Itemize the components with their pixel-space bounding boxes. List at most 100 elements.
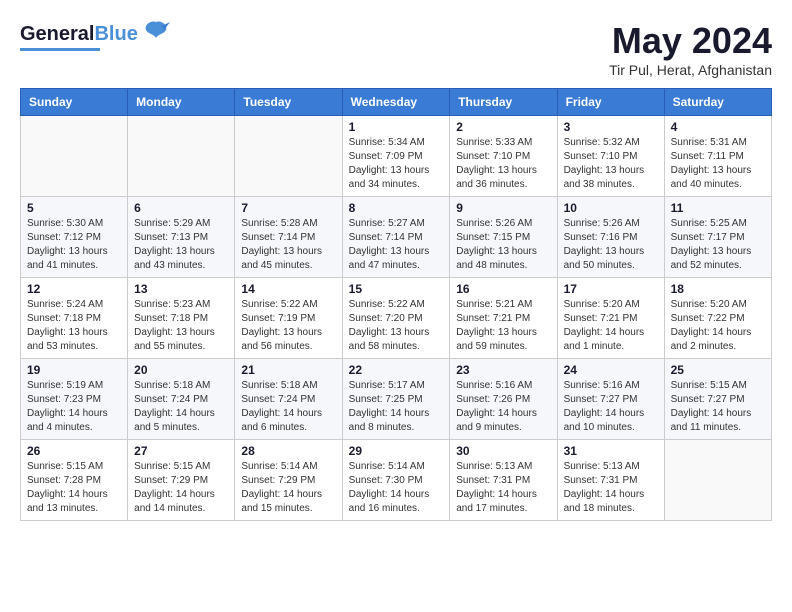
day-info: Sunrise: 5:26 AM Sunset: 7:15 PM Dayligh… (456, 217, 550, 273)
calendar-cell: 16Sunrise: 5:21 AM Sunset: 7:21 PM Dayli… (450, 278, 557, 359)
logo: GeneralBlue (20, 20, 170, 51)
calendar-cell: 10Sunrise: 5:26 AM Sunset: 7:16 PM Dayli… (557, 197, 664, 278)
day-number: 12 (27, 282, 121, 296)
calendar-body: 1Sunrise: 5:34 AM Sunset: 7:09 PM Daylig… (21, 116, 772, 521)
day-info: Sunrise: 5:27 AM Sunset: 7:14 PM Dayligh… (349, 217, 444, 273)
calendar-cell: 13Sunrise: 5:23 AM Sunset: 7:18 PM Dayli… (128, 278, 235, 359)
calendar-cell: 7 Sunrise: 5:28 AM Sunset: 7:14 PM Daylig… (235, 197, 342, 278)
day-info: Sunrise: 5:14 AM Sunset: 7:29 PM Dayligh… (241, 460, 335, 516)
day-number: 30 (456, 444, 550, 458)
calendar-cell: 18Sunrise: 5:20 AM Sunset: 7:22 PM Dayli… (664, 278, 771, 359)
day-info: Sunrise: 5:13 AM Sunset: 7:31 PM Dayligh… (456, 460, 550, 516)
day-number: 25 (671, 363, 765, 377)
day-info: Sunrise: 5:22 AM Sunset: 7:19 PM Dayligh… (241, 298, 335, 354)
day-number: 27 (134, 444, 228, 458)
weekday-header-sunday: Sunday (21, 89, 128, 116)
day-number: 1 (349, 120, 444, 134)
day-number: 20 (134, 363, 228, 377)
weekday-header-tuesday: Tuesday (235, 89, 342, 116)
location: Tir Pul, Herat, Afghanistan (609, 62, 772, 78)
day-info: Sunrise: 5:30 AM Sunset: 7:12 PM Dayligh… (27, 217, 121, 273)
day-info: Sunrise: 5:18 AM Sunset: 7:24 PM Dayligh… (134, 379, 228, 435)
day-info: Sunrise: 5:20 AM Sunset: 7:22 PM Dayligh… (671, 298, 765, 354)
logo-underline (20, 48, 100, 51)
day-info: Sunrise: 5:18 AM Sunset: 7:24 PM Dayligh… (241, 379, 335, 435)
calendar-cell: 17 Sunrise: 5:20 AM Sunset: 7:21 PM Dayli… (557, 278, 664, 359)
day-info: Sunrise: 5:16 AM Sunset: 7:26 PM Dayligh… (456, 379, 550, 435)
calendar-cell: 5Sunrise: 5:30 AM Sunset: 7:12 PM Daylig… (21, 197, 128, 278)
weekday-header-monday: Monday (128, 89, 235, 116)
calendar-cell: 23 Sunrise: 5:16 AM Sunset: 7:26 PM Dayli… (450, 359, 557, 440)
day-info: Sunrise: 5:13 AM Sunset: 7:31 PM Dayligh… (564, 460, 658, 516)
weekday-header-wednesday: Wednesday (342, 89, 450, 116)
weekday-header-saturday: Saturday (664, 89, 771, 116)
day-number: 3 (564, 120, 658, 134)
calendar-cell: 3 Sunrise: 5:32 AM Sunset: 7:10 PM Daylig… (557, 116, 664, 197)
day-info: Sunrise: 5:24 AM Sunset: 7:18 PM Dayligh… (27, 298, 121, 354)
calendar-cell: 12 Sunrise: 5:24 AM Sunset: 7:18 PM Dayli… (21, 278, 128, 359)
day-number: 19 (27, 363, 121, 377)
calendar-cell: 4Sunrise: 5:31 AM Sunset: 7:11 PM Daylig… (664, 116, 771, 197)
calendar-cell (235, 116, 342, 197)
day-number: 29 (349, 444, 444, 458)
day-number: 24 (564, 363, 658, 377)
day-number: 26 (27, 444, 121, 458)
calendar-cell: 30 Sunrise: 5:13 AM Sunset: 7:31 PM Dayli… (450, 440, 557, 521)
day-info: Sunrise: 5:33 AM Sunset: 7:10 PM Dayligh… (456, 136, 550, 192)
title-block: May 2024 Tir Pul, Herat, Afghanistan (609, 20, 772, 78)
calendar-week-3: 12 Sunrise: 5:24 AM Sunset: 7:18 PM Dayli… (21, 278, 772, 359)
day-info: Sunrise: 5:29 AM Sunset: 7:13 PM Dayligh… (134, 217, 228, 273)
day-number: 28 (241, 444, 335, 458)
weekday-header-friday: Friday (557, 89, 664, 116)
day-info: Sunrise: 5:15 AM Sunset: 7:28 PM Dayligh… (27, 460, 121, 516)
calendar-cell: 8 Sunrise: 5:27 AM Sunset: 7:14 PM Daylig… (342, 197, 450, 278)
calendar-cell: 20 Sunrise: 5:18 AM Sunset: 7:24 PM Dayli… (128, 359, 235, 440)
day-number: 21 (241, 363, 335, 377)
day-info: Sunrise: 5:22 AM Sunset: 7:20 PM Dayligh… (349, 298, 444, 354)
calendar-week-5: 26 Sunrise: 5:15 AM Sunset: 7:28 PM Dayli… (21, 440, 772, 521)
calendar-cell: 21 Sunrise: 5:18 AM Sunset: 7:24 PM Dayli… (235, 359, 342, 440)
calendar-cell: 1Sunrise: 5:34 AM Sunset: 7:09 PM Daylig… (342, 116, 450, 197)
calendar-cell (21, 116, 128, 197)
day-number: 9 (456, 201, 550, 215)
calendar-cell: 19 Sunrise: 5:19 AM Sunset: 7:23 PM Dayli… (21, 359, 128, 440)
day-info: Sunrise: 5:32 AM Sunset: 7:10 PM Dayligh… (564, 136, 658, 192)
calendar-cell: 28 Sunrise: 5:14 AM Sunset: 7:29 PM Dayli… (235, 440, 342, 521)
day-number: 23 (456, 363, 550, 377)
day-info: Sunrise: 5:19 AM Sunset: 7:23 PM Dayligh… (27, 379, 121, 435)
calendar-cell: 14 Sunrise: 5:22 AM Sunset: 7:19 PM Dayli… (235, 278, 342, 359)
day-number: 2 (456, 120, 550, 134)
day-number: 17 (564, 282, 658, 296)
day-info: Sunrise: 5:28 AM Sunset: 7:14 PM Dayligh… (241, 217, 335, 273)
day-info: Sunrise: 5:15 AM Sunset: 7:27 PM Dayligh… (671, 379, 765, 435)
calendar-cell: 25 Sunrise: 5:15 AM Sunset: 7:27 PM Dayli… (664, 359, 771, 440)
day-info: Sunrise: 5:16 AM Sunset: 7:27 PM Dayligh… (564, 379, 658, 435)
day-info: Sunrise: 5:15 AM Sunset: 7:29 PM Dayligh… (134, 460, 228, 516)
calendar-cell (128, 116, 235, 197)
day-number: 6 (134, 201, 228, 215)
calendar-cell: 6 Sunrise: 5:29 AM Sunset: 7:13 PM Daylig… (128, 197, 235, 278)
calendar-header: SundayMondayTuesdayWednesdayThursdayFrid… (21, 89, 772, 116)
day-info: Sunrise: 5:21 AM Sunset: 7:21 PM Dayligh… (456, 298, 550, 354)
day-number: 8 (349, 201, 444, 215)
weekday-row: SundayMondayTuesdayWednesdayThursdayFrid… (21, 89, 772, 116)
day-info: Sunrise: 5:20 AM Sunset: 7:21 PM Dayligh… (564, 298, 658, 354)
day-number: 14 (241, 282, 335, 296)
day-number: 31 (564, 444, 658, 458)
page-header: GeneralBlue May 2024 Tir Pul, Herat, Afg… (20, 20, 772, 78)
day-info: Sunrise: 5:14 AM Sunset: 7:30 PM Dayligh… (349, 460, 444, 516)
day-info: Sunrise: 5:17 AM Sunset: 7:25 PM Dayligh… (349, 379, 444, 435)
calendar-cell: 27 Sunrise: 5:15 AM Sunset: 7:29 PM Dayli… (128, 440, 235, 521)
day-info: Sunrise: 5:31 AM Sunset: 7:11 PM Dayligh… (671, 136, 765, 192)
logo-icon (142, 20, 170, 47)
calendar-week-1: 1Sunrise: 5:34 AM Sunset: 7:09 PM Daylig… (21, 116, 772, 197)
calendar-cell: 11Sunrise: 5:25 AM Sunset: 7:17 PM Dayli… (664, 197, 771, 278)
day-info: Sunrise: 5:26 AM Sunset: 7:16 PM Dayligh… (564, 217, 658, 273)
day-number: 7 (241, 201, 335, 215)
calendar-week-4: 19 Sunrise: 5:19 AM Sunset: 7:23 PM Dayli… (21, 359, 772, 440)
day-info: Sunrise: 5:23 AM Sunset: 7:18 PM Dayligh… (134, 298, 228, 354)
calendar-cell: 24 Sunrise: 5:16 AM Sunset: 7:27 PM Dayli… (557, 359, 664, 440)
day-number: 22 (349, 363, 444, 377)
logo-general: General (20, 23, 94, 45)
logo-blue: Blue (94, 23, 137, 45)
